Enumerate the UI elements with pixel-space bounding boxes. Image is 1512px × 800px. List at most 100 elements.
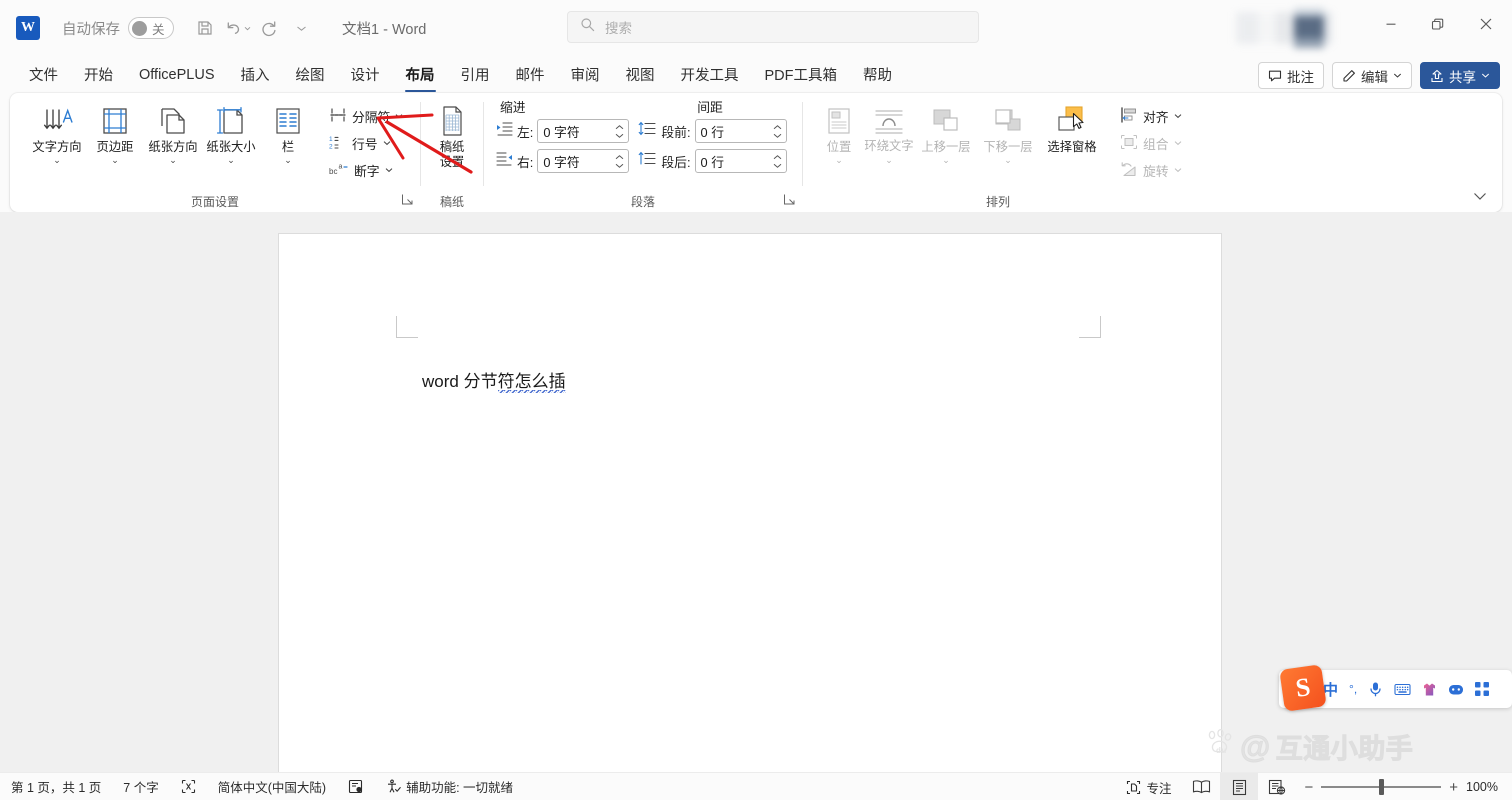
text-direction-button[interactable]: 文字方向 ⌄ xyxy=(28,99,86,165)
space-before-stepper[interactable] xyxy=(773,120,782,142)
ribbon-group-arrange: 位置 ⌄ 环绕文字 ⌄ 上移一层 ⌄ 下移一层 ⌄ 选择窗格 对齐 组合 旋转 … xyxy=(803,93,1193,212)
chevron-down-icon[interactable]: ⌄ xyxy=(169,156,177,165)
account-avatar[interactable] xyxy=(1236,8,1332,48)
zoom-track[interactable] xyxy=(1321,779,1442,795)
language-status[interactable]: 简体中文(中国大陆) xyxy=(207,773,337,800)
paper-size-button[interactable]: 纸张大小 ⌄ xyxy=(202,99,260,165)
send-backward-button[interactable]: 下移一层 ⌄ xyxy=(977,99,1039,165)
chevron-down-icon[interactable]: ⌄ xyxy=(942,156,950,165)
svg-text:1: 1 xyxy=(329,136,333,143)
space-before-input[interactable]: 0 行 xyxy=(694,119,787,143)
collapse-ribbon-button[interactable] xyxy=(1472,188,1488,204)
ime-emoji-icon[interactable] xyxy=(1448,683,1464,696)
indent-right-input[interactable]: 0 字符 xyxy=(537,149,630,173)
columns-button[interactable]: 栏 ⌄ xyxy=(266,99,310,165)
tab-pdf-toolbox[interactable]: PDF工具箱 xyxy=(752,60,851,91)
focus-label: 专注 xyxy=(1146,781,1172,796)
chevron-down-icon xyxy=(1174,168,1181,173)
ime-skin-icon[interactable] xyxy=(1422,682,1437,697)
document-paragraph[interactable]: word 分节符怎么插 xyxy=(422,367,566,393)
sogou-logo-icon[interactable]: S xyxy=(1279,664,1327,712)
spell-check-icon[interactable] xyxy=(170,773,207,800)
zoom-level[interactable]: 100% xyxy=(1466,780,1512,794)
status-bar: 第 1 页，共 1 页 7 个字 简体中文(中国大陆) 辅助功能: 一切就绪 专… xyxy=(0,772,1512,800)
ime-punctuation[interactable]: °, xyxy=(1349,682,1357,696)
tab-mailings[interactable]: 邮件 xyxy=(503,60,558,91)
comments-button[interactable]: 批注 xyxy=(1258,62,1324,89)
tab-developer[interactable]: 开发工具 xyxy=(668,60,752,91)
zoom-in-button[interactable]: + xyxy=(1449,779,1458,796)
tab-draw[interactable]: 绘图 xyxy=(283,60,338,91)
columns-icon xyxy=(273,103,303,139)
chevron-down-icon[interactable]: ⌄ xyxy=(227,156,235,165)
save-icon[interactable] xyxy=(190,13,220,43)
ime-toolbox-icon[interactable] xyxy=(1475,682,1490,696)
position-button[interactable]: 位置 ⌄ xyxy=(815,99,863,165)
chevron-down-icon[interactable]: ⌄ xyxy=(111,156,119,165)
chevron-down-icon[interactable]: ⌄ xyxy=(835,156,843,165)
paragraph-dialog-launcher[interactable] xyxy=(782,193,796,207)
page-info[interactable]: 第 1 页，共 1 页 xyxy=(0,773,112,800)
track-changes-icon[interactable] xyxy=(337,773,375,800)
selection-pane-button[interactable]: 选择窗格 xyxy=(1039,99,1105,154)
zoom-slider[interactable]: − + xyxy=(1296,779,1466,796)
hyphenation-icon: bc a xyxy=(329,161,349,180)
indent-left-input[interactable]: 0 字符 xyxy=(537,119,630,143)
tab-help[interactable]: 帮助 xyxy=(850,60,905,91)
editing-button[interactable]: 编辑 xyxy=(1332,62,1412,89)
tab-home[interactable]: 开始 xyxy=(71,60,126,91)
rotate-button[interactable]: 旋转 xyxy=(1115,158,1187,182)
close-button[interactable] xyxy=(1460,0,1512,48)
chevron-down-icon[interactable]: ⌄ xyxy=(284,156,292,165)
svg-text:a: a xyxy=(339,163,343,170)
page-setup-dialog-launcher[interactable] xyxy=(400,193,414,207)
document-page[interactable]: word 分节符怎么插 xyxy=(279,234,1221,774)
indent-left-stepper[interactable] xyxy=(615,120,624,142)
print-layout-view[interactable] xyxy=(1220,773,1259,800)
redo-icon[interactable] xyxy=(254,13,284,43)
restore-button[interactable] xyxy=(1414,0,1460,48)
sogou-input-toolbar[interactable]: S 中 °, xyxy=(1279,664,1512,712)
focus-button[interactable]: 专注 xyxy=(1115,773,1182,800)
send-backward-icon xyxy=(991,103,1025,139)
word-count[interactable]: 7 个字 xyxy=(112,773,169,800)
space-after-stepper[interactable] xyxy=(773,150,782,172)
ime-keyboard-icon[interactable] xyxy=(1394,682,1411,696)
search-box[interactable]: 搜索 xyxy=(567,11,979,43)
chevron-down-icon[interactable]: ⌄ xyxy=(1004,156,1012,165)
accessibility-status[interactable]: 辅助功能: 一切就绪 xyxy=(375,773,524,800)
breaks-button[interactable]: 分隔符 xyxy=(324,104,408,128)
tab-references[interactable]: 引用 xyxy=(448,60,503,91)
bring-forward-button[interactable]: 上移一层 ⌄ xyxy=(915,99,977,165)
tab-file[interactable]: 文件 xyxy=(16,60,71,91)
manuscript-setting-button[interactable]: 稿纸 设置 xyxy=(423,99,481,169)
tab-officeplus[interactable]: OfficePLUS xyxy=(126,63,228,89)
group-button[interactable]: 组合 xyxy=(1115,131,1187,155)
undo-icon[interactable] xyxy=(222,13,252,43)
read-mode-view[interactable] xyxy=(1182,773,1220,800)
orientation-button[interactable]: 纸张方向 ⌄ xyxy=(144,99,202,165)
hyphenation-button[interactable]: bc a 断字 xyxy=(324,158,408,182)
tab-design[interactable]: 设计 xyxy=(338,60,393,91)
space-after-input[interactable]: 0 行 xyxy=(694,149,787,173)
line-numbers-button[interactable]: 1 2 行号 xyxy=(324,131,408,155)
zoom-out-button[interactable]: − xyxy=(1304,779,1313,796)
chevron-down-icon[interactable]: ⌄ xyxy=(885,155,893,164)
web-layout-view[interactable] xyxy=(1258,773,1296,800)
chevron-down-icon xyxy=(1174,141,1181,146)
tab-review[interactable]: 审阅 xyxy=(558,60,613,91)
align-button[interactable]: 对齐 xyxy=(1115,104,1187,128)
margins-button[interactable]: 页边距 ⌄ xyxy=(86,99,144,165)
ime-voice-icon[interactable] xyxy=(1368,681,1383,697)
tab-view[interactable]: 视图 xyxy=(613,60,668,91)
share-button[interactable]: 共享 xyxy=(1420,62,1500,89)
wrap-text-button[interactable]: 环绕文字 ⌄ xyxy=(863,99,915,164)
tab-layout[interactable]: 布局 xyxy=(393,60,448,92)
customize-qat-icon[interactable] xyxy=(286,13,316,43)
indent-right-stepper[interactable] xyxy=(615,150,624,172)
minimize-button[interactable] xyxy=(1368,0,1414,48)
autosave-toggle[interactable]: 关 xyxy=(128,17,174,39)
zoom-thumb[interactable] xyxy=(1379,779,1385,795)
tab-insert[interactable]: 插入 xyxy=(228,60,283,91)
chevron-down-icon[interactable]: ⌄ xyxy=(53,156,61,165)
